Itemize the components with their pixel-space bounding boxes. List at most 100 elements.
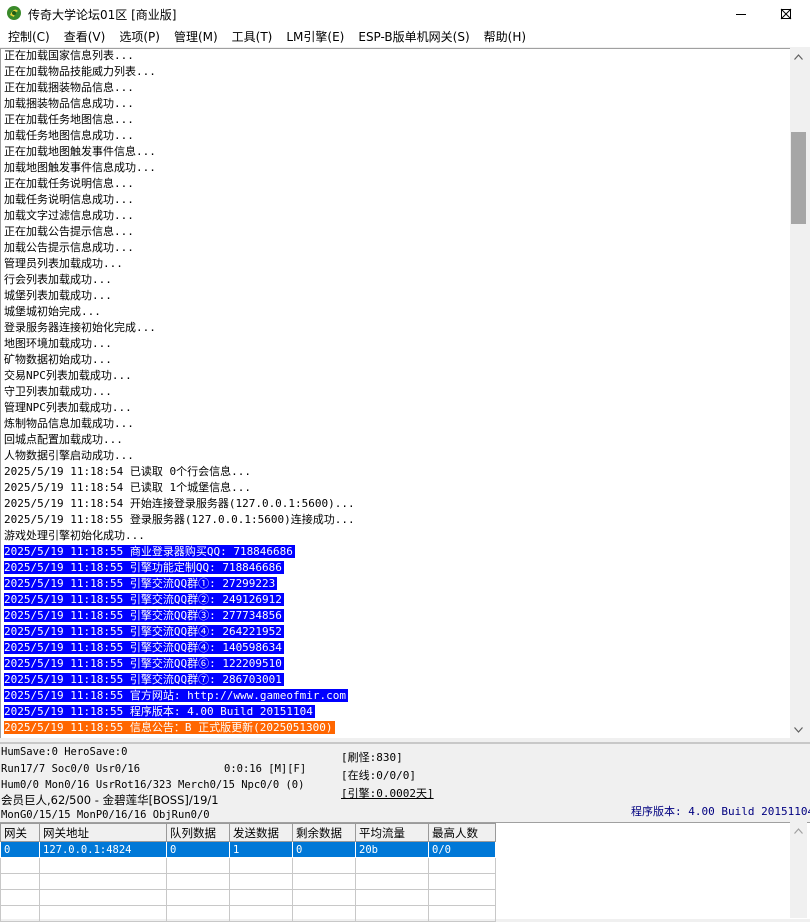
table-cell bbox=[166, 905, 230, 922]
table-cell bbox=[0, 857, 40, 874]
table-cell bbox=[428, 905, 496, 922]
menu-view[interactable]: 查看(V) bbox=[57, 27, 113, 47]
online-info: [在线:0/0/0] bbox=[341, 769, 416, 782]
column-header[interactable]: 剩余数据 bbox=[292, 823, 356, 842]
log-line: 行会列表加载成功... bbox=[1, 272, 790, 288]
log-line-text: 正在加载任务地图信息... bbox=[4, 113, 134, 126]
log-line: 2025/5/19 11:18:55 引擎功能定制QQ: 718846686 bbox=[1, 560, 790, 576]
table-row[interactable] bbox=[0, 905, 496, 922]
table-cell bbox=[229, 905, 293, 922]
chevron-up-icon bbox=[794, 827, 803, 834]
log-line-text: 2025/5/19 11:18:54 已读取 0个行会信息... bbox=[4, 465, 251, 478]
table-cell bbox=[166, 889, 230, 906]
column-header[interactable]: 网关地址 bbox=[39, 823, 167, 842]
table-cell: 1 bbox=[229, 841, 293, 858]
log-line-text: 正在加载公告提示信息... bbox=[4, 225, 134, 238]
log-list: 正在加载国家信息列表... 正在加载物品技能威力列表... 正在加载捆装物品信息..… bbox=[1, 49, 790, 736]
log-line: 加载文字过滤信息成功... bbox=[1, 208, 790, 224]
log-line: 管理员列表加载成功... bbox=[1, 256, 790, 272]
log-line-text: 正在加载地图触发事件信息... bbox=[4, 145, 156, 158]
log-line-text: 2025/5/19 11:18:55 引擎交流QQ群④: 140598634 bbox=[4, 641, 284, 654]
log-line-text: 2025/5/19 11:18:55 引擎交流QQ群②: 249126912 bbox=[4, 593, 284, 606]
table-cell: 20b bbox=[355, 841, 429, 858]
log-line-text: 行会列表加载成功... bbox=[4, 273, 112, 286]
gateway-grid[interactable]: 网关 网关地址 队列数据 发送数据 剩余数据 平均流量 最高人数 0 127.0.0.1:48… bbox=[0, 822, 810, 922]
menu-manage[interactable]: 管理(M) bbox=[167, 27, 225, 47]
table-cell bbox=[39, 873, 167, 890]
grid-scroll-up-button[interactable] bbox=[790, 822, 807, 839]
log-line-text: 回城点配置加载成功... bbox=[4, 433, 123, 446]
log-memo[interactable]: 正在加载国家信息列表... 正在加载物品技能威力列表... 正在加载捆装物品信息..… bbox=[0, 48, 790, 738]
table-cell bbox=[229, 889, 293, 906]
menu-options[interactable]: 选项(P) bbox=[112, 27, 167, 47]
log-line-text: 2025/5/19 11:18:54 已读取 1个城堡信息... bbox=[4, 481, 251, 494]
log-line: 加载公告提示信息成功... bbox=[1, 240, 790, 256]
minimize-icon bbox=[735, 13, 746, 15]
log-line-text: 管理员列表加载成功... bbox=[4, 257, 123, 270]
column-header[interactable]: 平均流量 bbox=[355, 823, 429, 842]
log-line: 正在加载任务说明信息... bbox=[1, 176, 790, 192]
log-line-text: 交易NPC列表加载成功... bbox=[4, 369, 132, 382]
run-timer: 0:0:16 [M][F] bbox=[224, 763, 307, 775]
object-status: Hum0/0 Mon0/16 UsrRot16/323 Merch0/15 Np… bbox=[1, 779, 305, 791]
scroll-down-button[interactable] bbox=[790, 721, 807, 738]
log-line: 交易NPC列表加载成功... bbox=[1, 368, 790, 384]
table-cell bbox=[0, 905, 40, 922]
log-line-text: 2025/5/19 11:18:55 登录服务器(127.0.0.1:5600)… bbox=[4, 513, 355, 526]
log-line: 2025/5/19 11:18:55 引擎交流QQ群⑦: 286703001 bbox=[1, 672, 790, 688]
log-line: 2025/5/19 11:18:55 官方网站: http://www.game… bbox=[1, 688, 790, 704]
log-scrollbar[interactable] bbox=[790, 48, 807, 738]
menu-tools[interactable]: 工具(T) bbox=[225, 27, 280, 47]
table-cell: 0/0 bbox=[428, 841, 496, 858]
scroll-thumb[interactable] bbox=[791, 132, 806, 224]
table-cell bbox=[428, 889, 496, 906]
log-line-text: 游戏处理引擎初始化成功... bbox=[4, 529, 145, 542]
column-header[interactable]: 队列数据 bbox=[166, 823, 230, 842]
table-cell bbox=[428, 873, 496, 890]
log-line: 2025/5/19 11:18:54 开始连接登录服务器(127.0.0.1:5… bbox=[1, 496, 790, 512]
column-header[interactable]: 最高人数 bbox=[428, 823, 496, 842]
column-header[interactable]: 网关 bbox=[0, 823, 40, 842]
grid-scrollbar[interactable] bbox=[790, 822, 807, 918]
scroll-up-button[interactable] bbox=[790, 48, 807, 65]
table-cell bbox=[292, 889, 356, 906]
chevron-down-icon bbox=[794, 726, 803, 733]
column-header[interactable]: 发送数据 bbox=[229, 823, 293, 842]
menu-control[interactable]: 控制(C) bbox=[0, 27, 57, 47]
menu-bar: 控制(C) 查看(V) 选项(P) 管理(M) 工具(T) LM引擎(E) ES… bbox=[0, 27, 810, 47]
log-line-text: 加载任务地图信息成功... bbox=[4, 129, 134, 142]
log-line: 守卫列表加载成功... bbox=[1, 384, 790, 400]
gateway-table: 网关 网关地址 队列数据 发送数据 剩余数据 平均流量 最高人数 0 127.0.0.1:48… bbox=[0, 823, 496, 922]
minimize-button[interactable] bbox=[718, 0, 763, 27]
log-line: 加载任务地图信息成功... bbox=[1, 128, 790, 144]
log-line: 2025/5/19 11:18:54 已读取 1个城堡信息... bbox=[1, 480, 790, 496]
menu-help[interactable]: 帮助(H) bbox=[477, 27, 533, 47]
log-line-text: 管理NPC列表加载成功... bbox=[4, 401, 132, 414]
log-line-text: 加载任务说明信息成功... bbox=[4, 193, 134, 206]
log-line: 城堡城初始完成... bbox=[1, 304, 790, 320]
log-line-text: 人物数据引擎启动成功... bbox=[4, 449, 134, 462]
log-line: 加载地图触发事件信息成功... bbox=[1, 160, 790, 176]
log-line: 2025/5/19 11:18:55 商业登录器购买QQ: 718846686 bbox=[1, 544, 790, 560]
log-line: 2025/5/19 11:18:55 引擎交流QQ群②: 249126912 bbox=[1, 592, 790, 608]
engine-info[interactable]: [引擎:0.0002天] bbox=[341, 785, 434, 801]
table-row[interactable]: 0 127.0.0.1:4824 0 1 0 20b 0/0 bbox=[0, 841, 496, 858]
table-cell bbox=[355, 905, 429, 922]
log-line: 矿物数据初始成功... bbox=[1, 352, 790, 368]
log-line: 登录服务器连接初始化完成... bbox=[1, 320, 790, 336]
log-line-text: 2025/5/19 11:18:55 商业登录器购买QQ: 718846686 bbox=[4, 545, 295, 558]
menu-esp-gateway[interactable]: ESP-B版单机网关(S) bbox=[351, 27, 476, 47]
close-button[interactable] bbox=[763, 0, 808, 27]
table-cell bbox=[0, 873, 40, 890]
log-line-text: 加载公告提示信息成功... bbox=[4, 241, 134, 254]
table-row[interactable] bbox=[0, 873, 496, 890]
menu-lm-engine[interactable]: LM引擎(E) bbox=[279, 27, 351, 47]
title-bar[interactable]: 传奇大学论坛01区 [商业版] bbox=[0, 0, 810, 28]
table-row[interactable] bbox=[0, 889, 496, 906]
log-line: 2025/5/19 11:18:55 信息公告：B 正式版更新(20250513… bbox=[1, 720, 790, 736]
log-line: 城堡列表加载成功... bbox=[1, 288, 790, 304]
table-row[interactable] bbox=[0, 857, 496, 874]
log-line-text: 城堡列表加载成功... bbox=[4, 289, 112, 302]
log-line-text: 地图环境加载成功... bbox=[4, 337, 112, 350]
table-cell bbox=[0, 889, 40, 906]
